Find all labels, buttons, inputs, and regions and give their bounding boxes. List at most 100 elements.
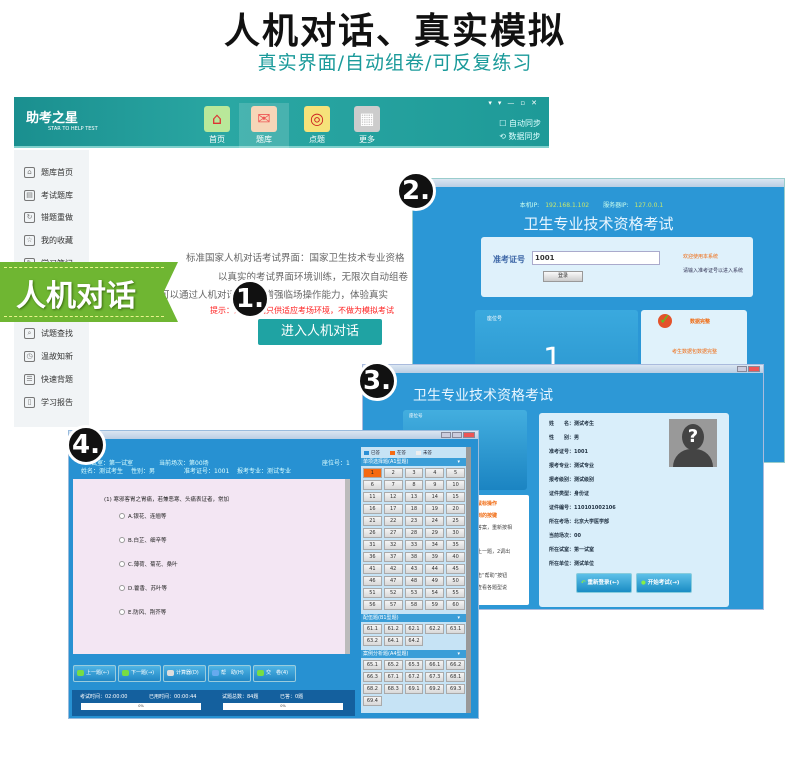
question-button[interactable]: 26 <box>363 528 382 538</box>
answer-option[interactable]: A.银花、连翘等 <box>119 512 166 520</box>
question-button[interactable]: 46 <box>363 576 382 586</box>
question-button[interactable]: 64.2 <box>404 636 424 646</box>
question-button[interactable]: 43 <box>404 564 424 574</box>
window-controls[interactable] <box>737 366 760 372</box>
question-button[interactable]: 20 <box>446 504 465 514</box>
question-button[interactable]: 65.2 <box>383 660 403 670</box>
start-exam-button[interactable]: ● 开始考试(→) <box>636 573 692 593</box>
collapse-icon[interactable]: ▾ <box>457 650 460 658</box>
question-button[interactable]: 8 <box>404 480 424 490</box>
question-button[interactable]: 41 <box>363 564 382 574</box>
nav-more[interactable]: ▦ 更多 <box>342 103 392 148</box>
question-button[interactable]: 19 <box>425 504 445 514</box>
question-button[interactable]: 29 <box>425 528 445 538</box>
sidebar-item[interactable]: ☆ 我的收藏 <box>24 235 73 246</box>
section-header[interactable]: 配伍题(B1型题) ▾ <box>361 614 466 622</box>
answer-option[interactable]: C.薄荷、菊花、桑叶 <box>119 560 178 568</box>
question-button[interactable]: 36 <box>363 552 382 562</box>
question-button[interactable]: 62.1 <box>404 624 424 634</box>
question-button[interactable]: 52 <box>383 588 403 598</box>
question-button[interactable]: 69.1 <box>404 684 424 694</box>
radio-button[interactable] <box>119 585 125 591</box>
question-button[interactable]: 32 <box>383 540 403 550</box>
question-button[interactable]: 3 <box>404 468 424 478</box>
radio-button[interactable] <box>119 537 125 543</box>
section-header[interactable]: 案例分析题(A4型题) ▾ <box>361 650 466 658</box>
question-button[interactable]: 38 <box>404 552 424 562</box>
question-button[interactable]: 34 <box>425 540 445 550</box>
sidebar-item[interactable]: ▤ 考试题库 <box>24 190 73 201</box>
question-button[interactable]: 2 <box>383 468 403 478</box>
question-button[interactable]: 15 <box>446 492 465 502</box>
question-button[interactable]: 9 <box>425 480 445 490</box>
question-button[interactable]: 53 <box>404 588 424 598</box>
nav-home[interactable]: ⌂ 首页 <box>192 103 242 148</box>
question-button[interactable]: 68.3 <box>383 684 403 694</box>
next-button[interactable]: 下一题(→) <box>118 665 161 682</box>
question-button[interactable]: 11 <box>363 492 382 502</box>
question-button[interactable]: 68.1 <box>446 672 465 682</box>
enter-dialogue-button[interactable]: 进入人机对话 <box>258 319 382 345</box>
sidebar-item[interactable]: ⌂ 题库首页 <box>24 167 73 178</box>
question-button[interactable]: 40 <box>446 552 465 562</box>
question-button[interactable]: 5 <box>446 468 465 478</box>
sidebar-item[interactable]: ▯ 学习报告 <box>24 397 73 408</box>
question-button[interactable]: 45 <box>446 564 465 574</box>
login-button[interactable]: 登录 <box>543 271 583 282</box>
question-button[interactable]: 60 <box>446 600 465 610</box>
question-button[interactable]: 51 <box>363 588 382 598</box>
question-button[interactable]: 67.3 <box>425 672 445 682</box>
radio-button[interactable] <box>119 609 125 615</box>
question-button[interactable]: 10 <box>446 480 465 490</box>
question-button[interactable]: 66.2 <box>446 660 465 670</box>
question-button[interactable]: 12 <box>383 492 403 502</box>
relogin-button[interactable]: ↶ 重新登录(←) <box>576 573 632 593</box>
nav-question-bank[interactable]: ✉ 题库 <box>239 103 289 148</box>
question-button[interactable]: 42 <box>383 564 403 574</box>
calculator-button[interactable]: 计算器(D) <box>163 665 206 682</box>
question-button[interactable]: 69.2 <box>425 684 445 694</box>
question-button[interactable]: 28 <box>404 528 424 538</box>
answer-option[interactable]: D.藿香、苏叶等 <box>119 584 167 592</box>
question-button[interactable]: 22 <box>383 516 403 526</box>
question-button[interactable]: 4 <box>425 468 445 478</box>
question-button[interactable]: 30 <box>446 528 465 538</box>
question-button[interactable]: 1 <box>363 468 382 478</box>
question-button[interactable]: 69.3 <box>446 684 465 694</box>
question-button[interactable]: 25 <box>446 516 465 526</box>
question-button[interactable]: 65.3 <box>404 660 424 670</box>
question-button[interactable]: 50 <box>446 576 465 586</box>
question-button[interactable]: 47 <box>383 576 403 586</box>
question-button[interactable]: 14 <box>425 492 445 502</box>
sidebar-item[interactable]: ↻ 错题重做 <box>24 212 73 223</box>
question-button[interactable]: 63.2 <box>363 636 382 646</box>
question-button[interactable]: 23 <box>404 516 424 526</box>
question-button[interactable]: 59 <box>425 600 445 610</box>
question-button[interactable]: 69.4 <box>363 696 382 706</box>
question-button[interactable]: 66.1 <box>425 660 445 670</box>
question-button[interactable]: 33 <box>404 540 424 550</box>
radio-button[interactable] <box>119 561 125 567</box>
question-button[interactable]: 49 <box>425 576 445 586</box>
auto-sync-checkbox[interactable]: ☐ 自动同步 <box>499 117 541 130</box>
question-button[interactable]: 16 <box>363 504 382 514</box>
question-button[interactable]: 18 <box>404 504 424 514</box>
window-controls[interactable] <box>441 432 475 438</box>
question-button[interactable]: 61.2 <box>383 624 403 634</box>
data-sync-button[interactable]: ⟲ 数据同步 <box>499 130 541 143</box>
submit-button[interactable]: 交 卷(4) <box>253 665 296 682</box>
question-button[interactable]: 56 <box>363 600 382 610</box>
question-button[interactable]: 13 <box>404 492 424 502</box>
question-button[interactable]: 55 <box>446 588 465 598</box>
section-header[interactable]: 单项选择题(A1型题) ▾ <box>361 458 466 466</box>
question-button[interactable]: 6 <box>363 480 382 490</box>
sidebar-item[interactable]: ◷ 温故知新 <box>24 351 73 362</box>
question-button[interactable]: 54 <box>425 588 445 598</box>
question-button[interactable]: 37 <box>383 552 403 562</box>
answer-option[interactable]: E.防风、荆芥等 <box>119 608 166 616</box>
question-button[interactable]: 17 <box>383 504 403 514</box>
sidebar-item[interactable]: ⌕ 试题查找 <box>24 328 73 339</box>
question-button[interactable]: 35 <box>446 540 465 550</box>
question-button[interactable]: 57 <box>383 600 403 610</box>
nav-pick[interactable]: ◎ 点题 <box>292 103 342 148</box>
